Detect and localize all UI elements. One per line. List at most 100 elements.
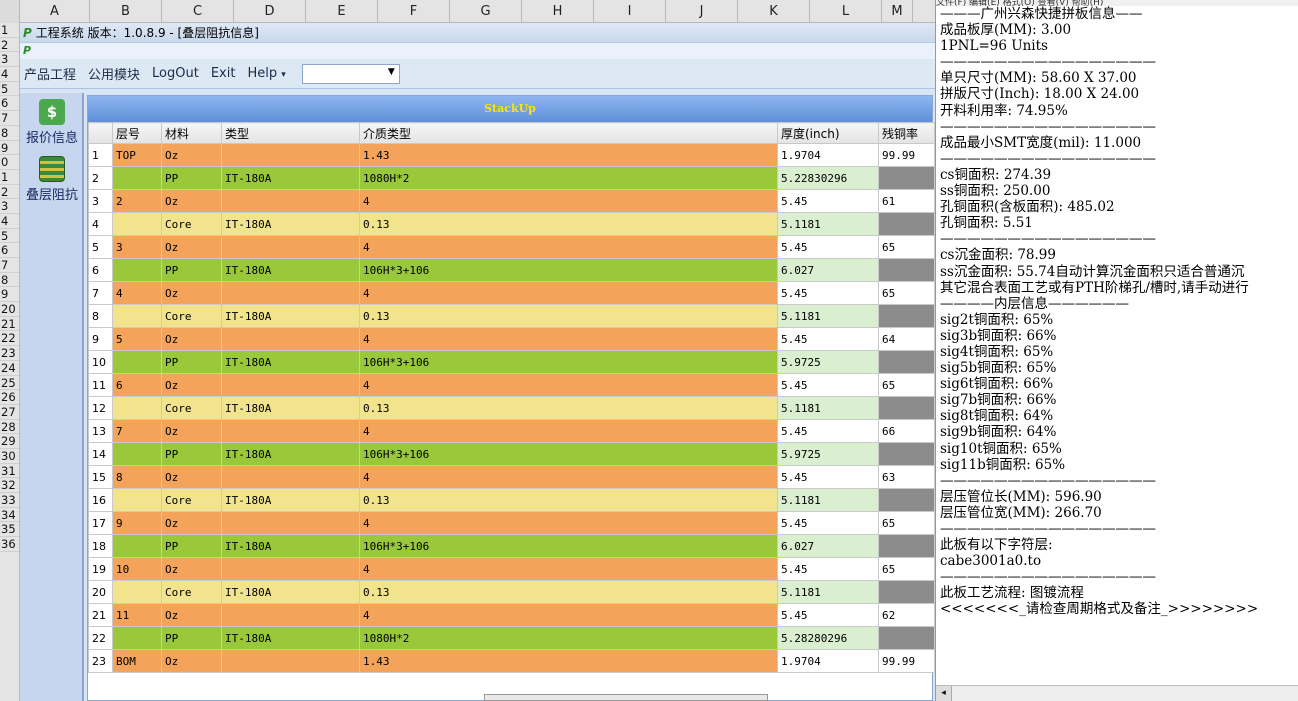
cell-material[interactable]: PP (161, 166, 222, 190)
cell-layer-no[interactable]: 11 (112, 603, 162, 627)
cell-material[interactable]: Oz (161, 281, 222, 305)
cell-media-type[interactable]: 0.13 (359, 488, 778, 512)
cell-residual-copper[interactable]: 62 (878, 603, 935, 627)
cell-layer-no[interactable] (112, 580, 162, 604)
cell-media-type[interactable]: 106H*3+106 (359, 442, 778, 466)
table-row[interactable]: 1 TOP Oz 1.43 1.9704 99.99 (88, 143, 935, 167)
header-thickness[interactable]: 厚度(inch) (777, 122, 879, 144)
cell-residual-copper[interactable] (878, 304, 935, 328)
excel-column-j[interactable]: J (666, 0, 738, 23)
cell-media-type[interactable]: 4 (359, 603, 778, 627)
cell-media-type[interactable]: 4 (359, 511, 778, 535)
cell-type[interactable] (221, 235, 360, 259)
excel-row-number[interactable]: 25 (0, 376, 19, 391)
cell-type[interactable] (221, 465, 360, 489)
cell-material[interactable]: Oz (161, 143, 222, 167)
cell-layer-no[interactable] (112, 258, 162, 282)
cell-media-type[interactable]: 4 (359, 419, 778, 443)
excel-column-e[interactable]: E (306, 0, 378, 23)
excel-row-number[interactable]: 30 (0, 449, 19, 464)
excel-column-l[interactable]: L (810, 0, 882, 23)
cell-material[interactable]: PP (161, 626, 222, 650)
cell-type[interactable] (221, 603, 360, 627)
table-row[interactable]: 19 10 Oz 4 5.45 65 (88, 557, 935, 581)
menu-product-engineering[interactable]: 产品工程 (24, 64, 76, 83)
stackup-impedance-button[interactable]: 叠层阻抗 (24, 156, 80, 203)
header-material[interactable]: 材料 (161, 122, 222, 144)
row-number[interactable]: 5 (88, 235, 113, 259)
select-all-corner[interactable] (0, 0, 20, 23)
row-number[interactable]: 19 (88, 557, 113, 581)
excel-row-number[interactable]: 34 (0, 508, 19, 523)
excel-row-number[interactable]: 9 (0, 141, 19, 156)
excel-row-number[interactable]: 20 (0, 302, 19, 317)
cell-layer-no[interactable]: BOM (112, 649, 162, 673)
cell-thickness[interactable]: 1.9704 (777, 649, 879, 673)
cell-type[interactable]: IT-180A (221, 350, 360, 374)
row-number[interactable]: 12 (88, 396, 113, 420)
cell-layer-no[interactable]: 2 (112, 189, 162, 213)
menu-logout[interactable]: LogOut (152, 66, 199, 81)
cell-type[interactable]: IT-180A (221, 626, 360, 650)
cell-material[interactable]: PP (161, 350, 222, 374)
excel-row-number[interactable]: 22 (0, 331, 19, 347)
excel-row-number[interactable]: 1 (0, 170, 19, 185)
cell-thickness[interactable]: 1.9704 (777, 143, 879, 167)
row-number[interactable]: 4 (88, 212, 113, 236)
excel-row-number[interactable]: 5 (0, 229, 19, 244)
row-number[interactable]: 7 (88, 281, 113, 305)
cell-thickness[interactable]: 5.1181 (777, 304, 879, 328)
cell-thickness[interactable]: 5.45 (777, 511, 879, 535)
table-row[interactable]: 16 Core IT-180A 0.13 5.1181 (88, 488, 935, 512)
cell-thickness[interactable]: 5.45 (777, 603, 879, 627)
excel-row-number[interactable]: 26 (0, 390, 19, 405)
table-row[interactable]: 5 3 Oz 4 5.45 65 (88, 235, 935, 259)
excel-row-number[interactable]: 2 (0, 38, 19, 53)
table-row[interactable]: 12 Core IT-180A 0.13 5.1181 (88, 396, 935, 420)
table-row[interactable]: 7 4 Oz 4 5.45 65 (88, 281, 935, 305)
cell-type[interactable] (221, 511, 360, 535)
row-number[interactable]: 8 (88, 304, 113, 328)
excel-row-number[interactable]: 1 (0, 23, 19, 38)
cell-type[interactable] (221, 419, 360, 443)
cell-type[interactable]: IT-180A (221, 488, 360, 512)
table-row[interactable]: 20 Core IT-180A 0.13 5.1181 (88, 580, 935, 604)
cell-thickness[interactable]: 5.22830296 (777, 166, 879, 190)
table-row[interactable]: 13 7 Oz 4 5.45 66 (88, 419, 935, 443)
table-row[interactable]: 17 9 Oz 4 5.45 65 (88, 511, 935, 535)
cell-material[interactable]: PP (161, 534, 222, 558)
cell-type[interactable] (221, 649, 360, 673)
quote-info-button[interactable]: $ 报价信息 (24, 99, 80, 146)
cell-thickness[interactable]: 5.45 (777, 419, 879, 443)
row-number[interactable]: 6 (88, 258, 113, 282)
table-row[interactable]: 21 11 Oz 4 5.45 62 (88, 603, 935, 627)
cell-residual-copper[interactable]: 99.99 (878, 143, 935, 167)
excel-column-m[interactable]: M (882, 0, 913, 23)
excel-column-c[interactable]: C (162, 0, 234, 23)
cell-residual-copper[interactable]: 65 (878, 511, 935, 535)
cell-type[interactable] (221, 327, 360, 351)
header-media-type[interactable]: 介质类型 (359, 122, 778, 144)
cell-type[interactable]: IT-180A (221, 304, 360, 328)
table-row[interactable]: 10 PP IT-180A 106H*3+106 5.9725 (88, 350, 935, 374)
cell-layer-no[interactable] (112, 350, 162, 374)
excel-row-number[interactable]: 36 (0, 537, 19, 552)
header-selector[interactable] (88, 122, 113, 144)
excel-column-a[interactable]: A (20, 0, 90, 23)
cell-media-type[interactable]: 0.13 (359, 396, 778, 420)
excel-row-number[interactable]: 4 (0, 67, 19, 82)
cell-residual-copper[interactable] (878, 488, 935, 512)
notepad-horizontal-scrollbar[interactable]: ◂ (936, 685, 1298, 701)
row-number[interactable]: 23 (88, 649, 113, 673)
cell-layer-no[interactable] (112, 488, 162, 512)
excel-row-number[interactable]: 21 (0, 317, 19, 332)
cell-type[interactable]: IT-180A (221, 258, 360, 282)
scroll-left-icon[interactable]: ◂ (936, 686, 952, 701)
excel-row-number[interactable]: 24 (0, 361, 19, 376)
row-number[interactable]: 16 (88, 488, 113, 512)
excel-row-number[interactable]: 33 (0, 493, 19, 508)
cell-residual-copper[interactable]: 65 (878, 281, 935, 305)
menu-exit[interactable]: Exit (211, 66, 236, 81)
cell-residual-copper[interactable]: 64 (878, 327, 935, 351)
cell-media-type[interactable]: 0.13 (359, 212, 778, 236)
